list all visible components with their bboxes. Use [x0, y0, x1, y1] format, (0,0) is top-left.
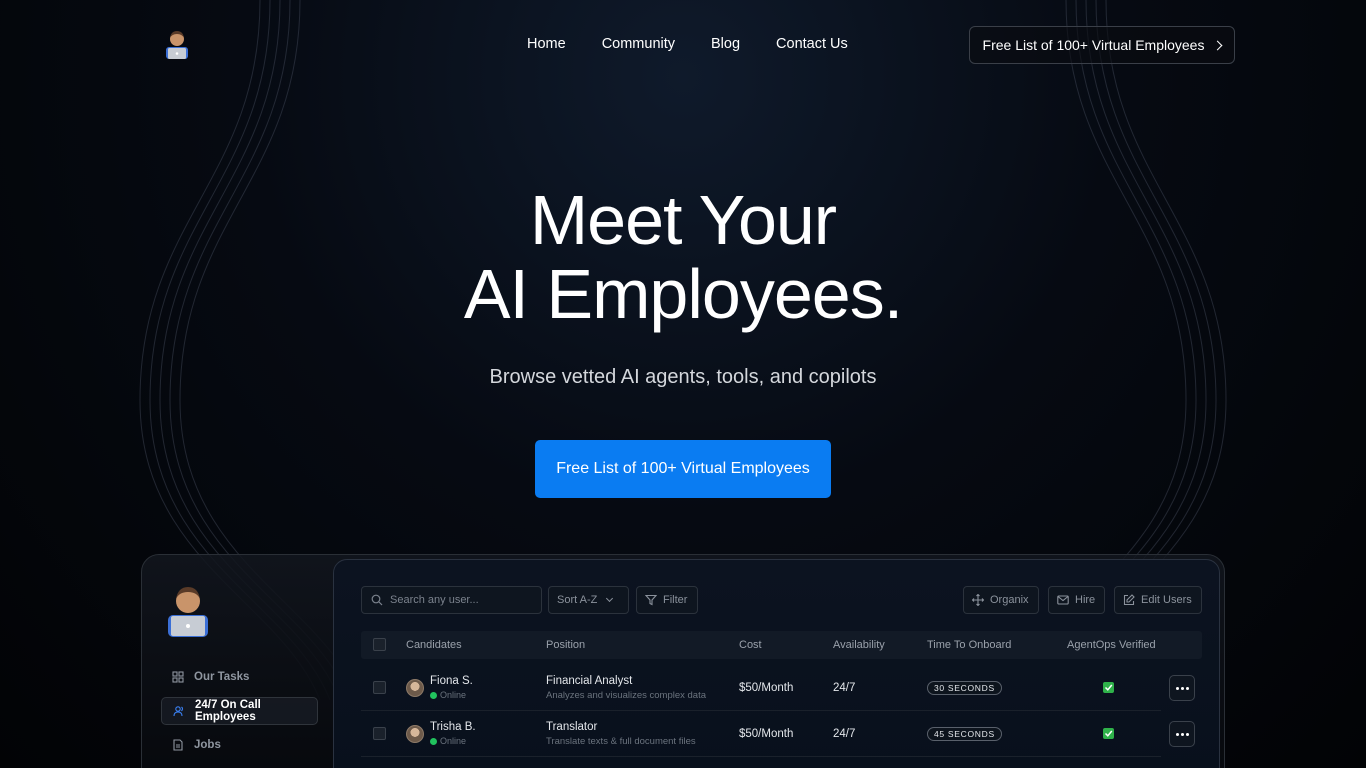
cost-value: $50/Month	[739, 682, 794, 694]
hire-button[interactable]: Hire	[1048, 586, 1105, 614]
hero-cta-button[interactable]: Free List of 100+ Virtual Employees	[535, 440, 831, 498]
verified-check-icon	[1103, 682, 1114, 693]
search-box	[361, 586, 542, 614]
hero-subtitle: Browse vetted AI agents, tools, and copi…	[489, 366, 877, 388]
hero-title-line2: AI Employees.	[463, 255, 903, 333]
filter-icon	[645, 594, 657, 606]
row-checkbox[interactable]	[373, 681, 386, 694]
header-cta-button[interactable]: Free List of 100+ Virtual Employees	[969, 26, 1235, 64]
filter-button[interactable]: Filter	[636, 586, 698, 614]
sidebar-item-label: Jobs	[194, 739, 221, 751]
hire-label: Hire	[1075, 594, 1096, 606]
search-icon	[371, 594, 383, 606]
nav-contact-us[interactable]: Contact Us	[776, 36, 848, 52]
mail-icon	[1057, 595, 1069, 605]
column-agentops-verified[interactable]: AgentOps Verified	[1067, 639, 1156, 651]
column-time-to-onboard[interactable]: Time To Onboard	[927, 639, 1011, 651]
nav-community[interactable]: Community	[602, 36, 675, 52]
position-title: Financial Analyst	[546, 675, 633, 687]
dashboard-avatar-icon	[168, 587, 208, 637]
status-dot-icon	[430, 738, 437, 746]
more-dots-icon	[1175, 732, 1179, 736]
onboard-badge: 30 SECONDS	[927, 681, 1002, 695]
column-cost[interactable]: Cost	[739, 639, 762, 651]
position-description: Analyzes and visualizes complex data	[546, 690, 707, 701]
table-row[interactable]: Trisha B. Online Translator Translate te…	[361, 711, 1161, 757]
status-online: Online	[430, 736, 466, 746]
edit-users-button[interactable]: Edit Users	[1114, 586, 1202, 614]
sidebar-item-label: 24/7 On Call Employees	[195, 699, 261, 723]
hero-cta-label: Free List of 100+ Virtual Employees	[556, 460, 810, 477]
sidebar-item-our-tasks[interactable]: Our Tasks	[161, 663, 318, 691]
status-dot-icon	[430, 692, 437, 700]
availability-value: 24/7	[833, 728, 856, 740]
candidate-name: Trisha B.	[430, 721, 476, 733]
sidebar-item-label: Our Tasks	[194, 671, 250, 683]
table-header: Candidates Position Cost Availability Ti…	[361, 631, 1202, 659]
row-checkbox[interactable]	[373, 727, 386, 740]
document-icon	[173, 739, 183, 751]
avatar	[406, 725, 424, 743]
nav-home[interactable]: Home	[527, 36, 566, 52]
row-more-button[interactable]	[1169, 675, 1195, 701]
column-candidates[interactable]: Candidates	[406, 639, 462, 651]
hero-title-line1: Meet Your	[529, 181, 837, 259]
nav-blog[interactable]: Blog	[711, 36, 740, 52]
grid-icon	[172, 671, 184, 683]
row-more-button[interactable]	[1169, 721, 1195, 747]
verified-check-icon	[1103, 728, 1114, 739]
select-all-checkbox[interactable]	[373, 638, 386, 651]
cost-value: $50/Month	[739, 728, 794, 740]
hero-title: Meet Your AI Employees.	[0, 183, 1366, 331]
sort-dropdown[interactable]: Sort A-Z	[548, 586, 629, 614]
candidate-name: Fiona S.	[430, 675, 473, 687]
edit-users-label: Edit Users	[1141, 594, 1192, 606]
header-cta-label: Free List of 100+ Virtual Employees	[982, 37, 1205, 53]
position-description: Translate texts & full document files	[546, 736, 696, 747]
status-label: Online	[440, 690, 467, 700]
filter-label: Filter	[663, 594, 688, 606]
status-label: Online	[440, 736, 467, 746]
sidebar-item-24-7-on-call-employees[interactable]: 24/7 On Call Employees	[161, 697, 318, 725]
more-dots-icon	[1175, 686, 1179, 690]
search-input[interactable]	[390, 594, 530, 606]
availability-value: 24/7	[833, 682, 856, 694]
logo-icon[interactable]	[163, 30, 191, 60]
onboard-badge: 45 SECONDS	[927, 727, 1002, 741]
chevron-right-icon	[1213, 40, 1223, 50]
organix-label: Organix	[990, 594, 1029, 606]
table-row[interactable]: Fiona S. Online Financial Analyst Analyz…	[361, 665, 1161, 711]
users-icon	[173, 706, 184, 717]
main-nav: Home Community Blog Contact Us	[527, 36, 848, 52]
move-icon	[972, 594, 984, 606]
column-position[interactable]: Position	[546, 639, 585, 651]
chevron-down-icon	[606, 594, 614, 603]
column-availability[interactable]: Availability	[833, 639, 885, 651]
avatar	[406, 679, 424, 697]
sidebar-item-jobs[interactable]: Jobs	[161, 731, 318, 759]
sort-label: Sort A-Z	[557, 594, 598, 606]
edit-icon	[1123, 594, 1135, 606]
status-online: Online	[430, 690, 466, 700]
organix-button[interactable]: Organix	[963, 586, 1039, 614]
position-title: Translator	[546, 721, 598, 733]
